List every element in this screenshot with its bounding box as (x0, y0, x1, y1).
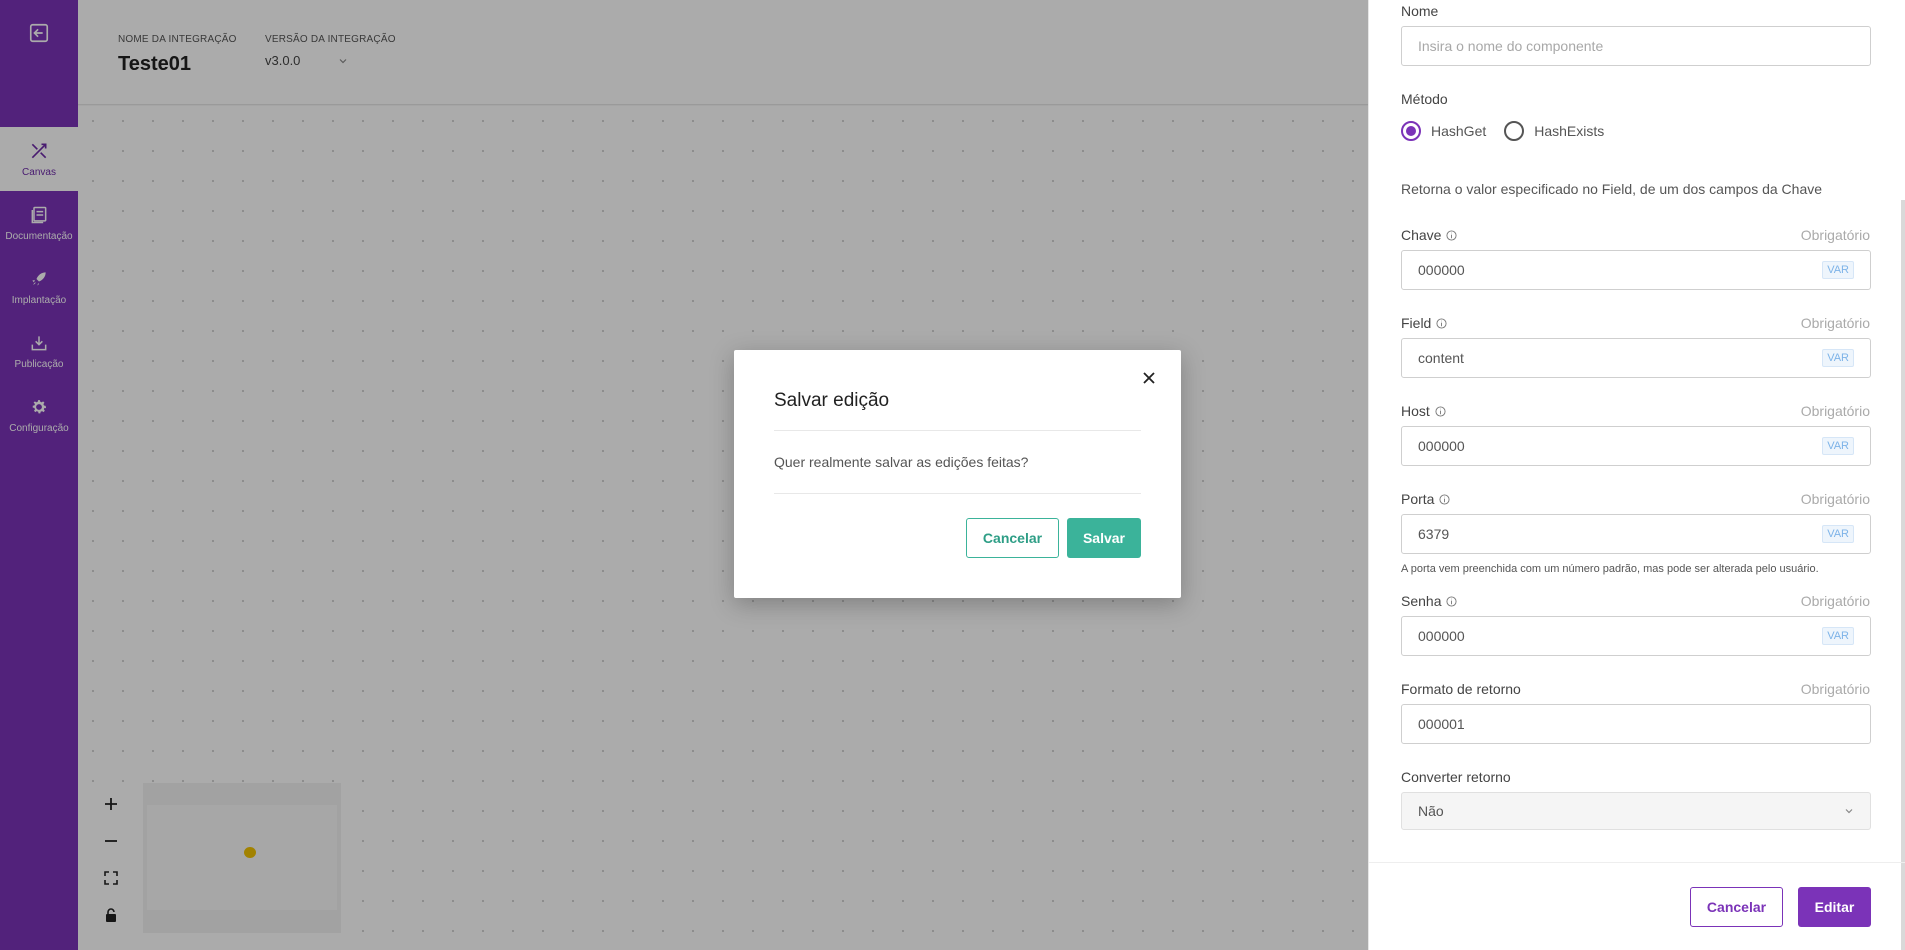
porta-hint: A porta vem preenchida com um número pad… (1401, 563, 1819, 575)
converter-value: Não (1418, 803, 1444, 819)
required-label: Obrigatório (1800, 491, 1870, 507)
close-icon[interactable] (1141, 370, 1157, 386)
info-icon[interactable] (1436, 317, 1447, 329)
field-label: Field (1401, 315, 1447, 331)
required-label: Obrigatório (1800, 315, 1870, 331)
info-icon[interactable] (1446, 229, 1458, 241)
radio-hashget-label: HashGet (1431, 123, 1487, 139)
divider (774, 430, 1141, 431)
converter-label: Converter retorno (1401, 769, 1511, 785)
dialog-title: Salvar edição (774, 390, 890, 411)
required-label: Obrigatório (1800, 227, 1870, 243)
info-icon[interactable] (1435, 405, 1446, 417)
converter-select[interactable]: Não (1401, 792, 1871, 830)
metodo-label: Método (1401, 91, 1448, 107)
info-icon[interactable] (1439, 493, 1451, 505)
method-description: Retorna o valor especificado no Field, d… (1401, 181, 1823, 197)
metodo-radio-group: HashGet HashExists (1401, 121, 1604, 141)
chave-input[interactable]: 000000 VAR (1401, 250, 1871, 290)
host-value: 000000 (1418, 438, 1465, 454)
field-value: content (1418, 350, 1464, 366)
chevron-down-icon (1845, 809, 1853, 814)
required-label: Obrigatório (1800, 681, 1870, 697)
porta-label: Porta (1401, 491, 1451, 507)
dialog-message: Quer realmente salvar as edições feitas? (774, 454, 1029, 470)
required-label: Obrigatório (1800, 593, 1870, 609)
var-button[interactable]: VAR (1822, 525, 1854, 543)
senha-label: Senha (1401, 593, 1458, 609)
field-input[interactable]: content VAR (1401, 338, 1871, 378)
radio-hashexists[interactable] (1504, 121, 1525, 141)
var-button[interactable]: VAR (1822, 349, 1854, 367)
formato-value: 000001 (1418, 716, 1465, 732)
porta-input[interactable]: 6379 VAR (1401, 514, 1871, 554)
radio-hashget[interactable] (1401, 121, 1421, 141)
formato-label: Formato de retorno (1401, 681, 1521, 697)
required-label: Obrigatório (1800, 403, 1870, 419)
senha-input[interactable]: 000000 VAR (1401, 616, 1871, 656)
chave-label: Chave (1401, 227, 1458, 243)
save-edit-dialog: Salvar edição Quer realmente salvar as e… (734, 350, 1181, 598)
scrollbar[interactable] (1901, 200, 1905, 950)
host-label: Host (1401, 403, 1446, 419)
porta-value: 6379 (1418, 526, 1450, 542)
component-config-panel: Nome Insira o nome do componente Método … (1368, 0, 1905, 950)
host-input[interactable]: 000000 VAR (1401, 426, 1871, 466)
divider (774, 493, 1141, 494)
var-button[interactable]: VAR (1822, 437, 1854, 455)
nome-label: Nome (1401, 3, 1439, 19)
panel-cancel-button[interactable]: Cancelar (1690, 887, 1783, 927)
formato-input[interactable]: 000001 (1401, 704, 1871, 744)
chave-value: 000000 (1418, 262, 1465, 278)
radio-hashexists-label: HashExists (1534, 123, 1605, 139)
var-button[interactable]: VAR (1822, 627, 1854, 645)
info-icon[interactable] (1446, 595, 1458, 607)
divider (1369, 862, 1905, 863)
cancel-button[interactable]: Cancelar (966, 518, 1059, 558)
senha-value: 000000 (1418, 628, 1465, 644)
save-button[interactable]: Salvar (1067, 518, 1141, 558)
nome-input[interactable]: Insira o nome do componente (1401, 26, 1871, 66)
var-button[interactable]: VAR (1822, 261, 1854, 279)
edit-button[interactable]: Editar (1798, 887, 1871, 927)
